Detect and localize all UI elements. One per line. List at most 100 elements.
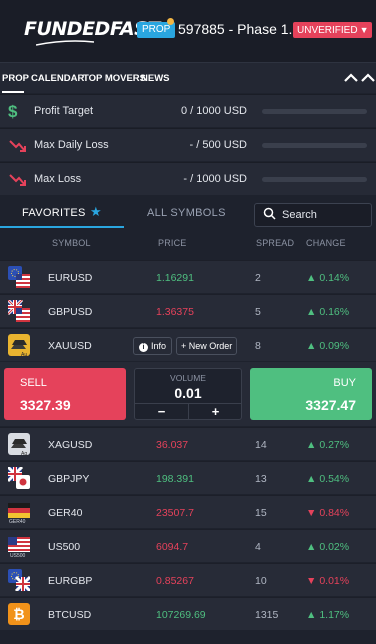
spread-value: 14 [255,439,267,451]
nav-bar: PROP CALENDAR TOP MOVERS NEWS [0,62,376,93]
spread-value: 15 [255,507,267,519]
change-percent: 0.27% [319,439,350,451]
tab-favorites[interactable]: FAVORITES [22,207,86,219]
spread-value: 4 [255,541,261,553]
spread-value: 8 [255,340,261,352]
symbol-name: EURGBP [48,575,93,587]
change-percent: 0.16% [319,306,350,318]
change-value: ▲ 1.17% [306,609,349,621]
table-row[interactable]: EURGBP 0.85267 10 ▼ 0.01% [0,563,376,596]
change-percent: 0.14% [319,272,350,284]
arrow-up-icon: ▲ [306,306,320,318]
stat-profit-target: $ Profit Target 0 / 1000 USD [0,94,376,127]
dollar-icon: $ [8,102,18,121]
table-row[interactable]: ₿ BTCUSD 107269.69 1315 ▲ 1.17% [0,597,376,630]
arrow-down-icon: ▼ [306,507,320,519]
stat-label: Profit Target [34,105,94,117]
buy-price: 3327.47 [305,397,356,413]
nav-item-news[interactable]: NEWS [141,73,170,84]
stat-max-loss: Max Loss - / 1000 USD [0,162,376,195]
change-value: ▼ 0.84% [306,507,349,519]
us500-flag-label: US500 [10,553,26,559]
logo-swoosh-icon [36,40,94,46]
symbol-name: XAUUSD [48,340,92,352]
tab-all-symbols[interactable]: ALL SYMBOLS [147,207,226,219]
sell-button[interactable]: SELL 3327.39 [4,368,126,420]
buy-button[interactable]: BUY 3327.47 [250,368,372,420]
symbol-name: GBPJPY [48,473,90,485]
volume-stepper: VOLUME 0.01 − + [134,368,242,420]
volume-input[interactable]: 0.01 [135,385,241,401]
stat-value: - / 500 USD [189,139,247,151]
price-value: 23507.7 [156,507,194,519]
chevron-down-icon: ▼ [359,25,369,35]
account-selector[interactable]: 597885 - Phase 1... [178,21,300,37]
logo-text-funded: FUNDED [24,18,110,40]
change-value: ▲ 0.27% [306,439,349,451]
change-percent: 1.17% [319,609,350,621]
ger40-flag-label: GER40 [9,519,26,525]
bitcoin-icon: ₿ [8,603,30,625]
star-icon: ★ [90,204,102,219]
symbol-name: GBPUSD [48,306,93,318]
spread-value: 13 [255,473,267,485]
nav-item-top-movers[interactable]: TOP MOVERS [83,73,146,84]
trend-down-icon [9,174,26,186]
tab-active-indicator [0,226,124,228]
buy-label: BUY [333,377,356,389]
stat-label: Max Daily Loss [34,139,109,151]
price-value: 1.16291 [156,272,194,284]
arrow-up-icon: ▲ [306,609,320,621]
table-row[interactable]: GBPJPY 198.391 13 ▲ 0.54% [0,461,376,494]
unverified-label: UNVERIFIED [297,25,358,36]
table-row[interactable]: GER40 GER40 23507.7 15 ▼ 0.84% [0,495,376,528]
ag-label: Ag [21,451,28,457]
volume-label: VOLUME [170,373,206,383]
spread-value: 2 [255,272,261,284]
price-value: 6094.7 [156,541,189,553]
volume-increase-button[interactable]: + [189,403,242,420]
stat-value: - / 1000 USD [183,173,247,185]
symbol-name: GER40 [48,507,83,519]
nav-item-calendar[interactable]: CALENDAR [31,73,84,84]
column-header-price: PRICE [158,238,187,248]
trade-panel: SELL 3327.39 VOLUME 0.01 − + BUY 3327.47 [0,362,376,426]
info-button[interactable]: i Info [133,337,173,355]
symbol-name: XAGUSD [48,439,93,451]
chevron-up-icon[interactable] [344,73,358,83]
arrow-down-icon: ▼ [306,575,320,587]
search-input[interactable]: Search [254,203,372,227]
table-row[interactable]: GBPUSD 1.36375 5 ▲ 0.16% [0,294,376,327]
chevron-up-icon[interactable] [361,73,375,83]
arrow-up-icon: ▲ [306,340,320,352]
gb-us-flag-icon [8,300,30,322]
nav-item-prop[interactable]: PROP [2,73,29,84]
change-value: ▲ 0.09% [306,340,349,352]
au-label: Au [21,352,28,358]
symbol-name: BTCUSD [48,609,92,621]
table-row[interactable]: Ag XAGUSD 36.037 14 ▲ 0.27% [0,427,376,460]
table-row-selected[interactable]: Au XAUUSD i Info + New Order 8 ▲ 0.09% [0,328,376,361]
new-order-button[interactable]: + New Order [176,337,238,355]
sell-price: 3327.39 [20,397,71,413]
arrow-up-icon: ▲ [306,473,320,485]
change-percent: 0.09% [319,340,350,352]
symbol-name: EURUSD [48,272,93,284]
info-icon: i [139,343,148,352]
nav-active-indicator [2,91,24,93]
search-placeholder: Search [282,209,317,221]
price-value: 0.85267 [156,575,194,587]
volume-decrease-button[interactable]: − [135,403,189,420]
arrow-up-icon: ▲ [306,439,320,451]
unverified-badge[interactable]: UNVERIFIED ▼ [293,22,373,38]
arrow-up-icon: ▲ [306,541,320,553]
new-order-label: New Order [188,341,233,351]
change-value: ▲ 0.54% [306,473,349,485]
table-row[interactable]: EURUSD 1.16291 2 ▲ 0.14% [0,260,376,293]
price-value: 1.36375 [156,306,194,318]
svg-text:₿: ₿ [13,607,24,623]
change-value: ▲ 0.16% [306,306,349,318]
change-percent: 0.01% [319,575,350,587]
progress-bar [262,109,367,114]
table-row[interactable]: US500 US500 6094.7 4 ▲ 0.02% [0,529,376,562]
